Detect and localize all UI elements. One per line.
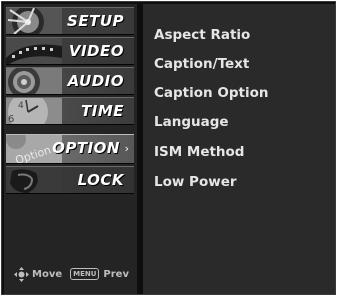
navigation-hint: Move MENU Prev xyxy=(14,266,129,282)
svg-text:4: 4 xyxy=(18,101,24,111)
submenu-item-caption-text[interactable]: Caption/Text xyxy=(154,56,249,72)
menu-item-label: AUDIO xyxy=(67,72,124,90)
main-menu-sidebar: SETUP VIDEO AUDIO 6 4 TIME Option OPTION… xyxy=(4,4,137,294)
menu-item-label: SETUP xyxy=(67,12,124,30)
prev-hint-label: Prev xyxy=(103,268,129,280)
menu-item-lock[interactable]: LOCK xyxy=(6,166,134,194)
menu-item-time[interactable]: 6 4 TIME xyxy=(6,97,134,125)
lock-thumbnail-icon xyxy=(6,167,62,193)
move-dpad-icon xyxy=(14,266,29,282)
menu-item-setup[interactable]: SETUP xyxy=(6,7,134,35)
audio-thumbnail-icon xyxy=(6,68,62,94)
menu-item-option[interactable]: Option OPTION › xyxy=(6,134,134,164)
menu-key-icon: MENU xyxy=(70,268,100,280)
setup-thumbnail-icon xyxy=(6,8,62,34)
svg-text:6: 6 xyxy=(8,114,14,124)
submenu-item-ism-method[interactable]: ISM Method xyxy=(154,144,244,160)
submenu-item-caption-option[interactable]: Caption Option xyxy=(154,85,268,101)
video-thumbnail-icon xyxy=(6,38,62,64)
menu-item-label: VIDEO xyxy=(68,42,124,60)
menu-item-label: OPTION xyxy=(52,139,120,157)
move-hint-label: Move xyxy=(32,268,63,280)
clock-thumbnail-icon: 6 4 xyxy=(6,98,62,124)
menu-item-label: TIME xyxy=(81,102,124,120)
submenu-item-low-power[interactable]: Low Power xyxy=(154,174,237,190)
menu-item-audio[interactable]: AUDIO xyxy=(6,67,134,95)
menu-item-video[interactable]: VIDEO xyxy=(6,37,134,65)
option-submenu-panel: Aspect Ratio Caption/Text Caption Option… xyxy=(143,4,335,294)
submenu-item-aspect-ratio[interactable]: Aspect Ratio xyxy=(154,27,250,43)
menu-item-label: LOCK xyxy=(77,171,124,189)
submenu-item-language[interactable]: Language xyxy=(154,114,229,130)
osd-menu-window: SETUP VIDEO AUDIO 6 4 TIME Option OPTION… xyxy=(1,1,336,295)
submenu-arrow-icon: › xyxy=(124,142,129,155)
